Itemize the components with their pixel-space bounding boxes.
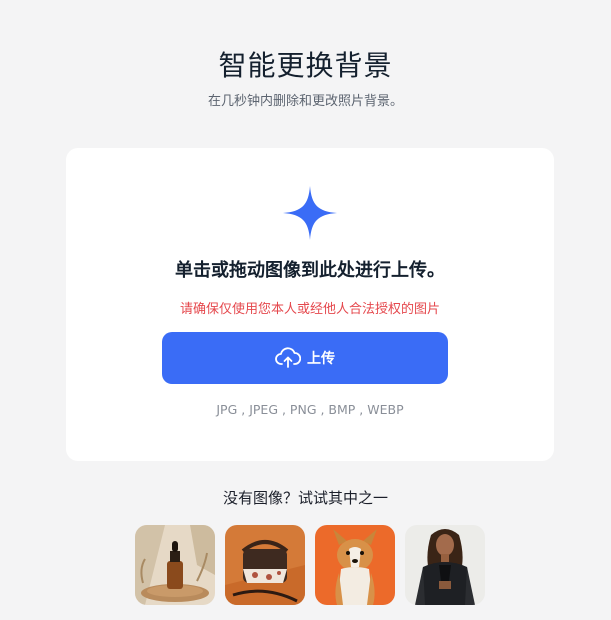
- sample-images-label: 没有图像？试试其中之一: [222, 489, 388, 507]
- dropper-bottle-image: [135, 525, 215, 605]
- page: 智能更换背景 在几秒钟内删除和更改照片背景。 单击或拖动图像到此处进行上传。 请…: [0, 0, 611, 620]
- dropzone-instruction: 单击或拖动图像到此处进行上传。: [175, 260, 445, 281]
- upload-button[interactable]: 上传: [162, 332, 448, 384]
- upload-dropzone[interactable]: 单击或拖动图像到此处进行上传。 请确保仅使用您本人或经他人合法授权的图片 上传 …: [66, 148, 554, 461]
- sample-images: [135, 525, 485, 605]
- page-title: 智能更换背景: [218, 49, 393, 82]
- sample-thumb-bottle[interactable]: [135, 525, 215, 605]
- upload-button-label: 上传: [307, 351, 335, 367]
- leather-bag-image: [225, 525, 305, 605]
- woman-in-jacket-image: [405, 525, 485, 605]
- supported-formats: JPG , JPEG , PNG , BMP , WEBP: [216, 402, 404, 417]
- sample-thumb-woman[interactable]: [405, 525, 485, 605]
- authorization-warning: 请确保仅使用您本人或经他人合法授权的图片: [179, 302, 440, 317]
- page-subtitle: 在几秒钟内删除和更改照片背景。: [207, 94, 403, 109]
- sample-thumb-dog[interactable]: [315, 525, 395, 605]
- sparkle-icon: [283, 186, 337, 240]
- sample-thumb-bag[interactable]: [225, 525, 305, 605]
- cloud-upload-icon: [275, 347, 301, 368]
- corgi-dog-image: [315, 525, 395, 605]
